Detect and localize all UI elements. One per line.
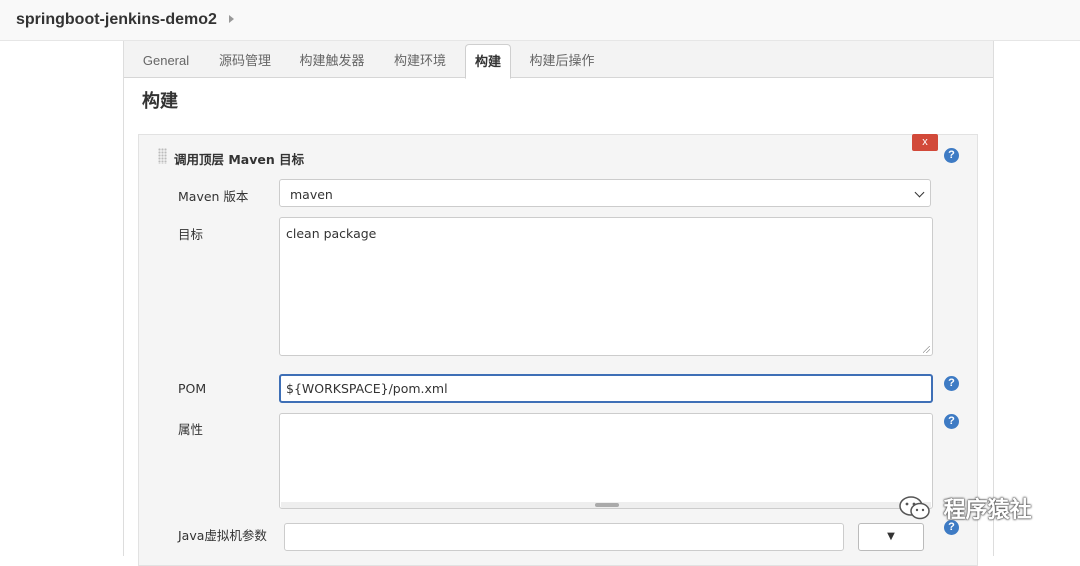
build-step-title: 调用顶层 Maven 目标 — [174, 152, 305, 167]
maven-version-select[interactable]: maven — [279, 179, 931, 207]
jvm-options-input[interactable] — [284, 523, 844, 551]
tab-bar: General 源码管理 构建触发器 构建环境 构建 构建后操作 — [124, 41, 993, 79]
goals-value: clean package — [286, 226, 377, 241]
maven-version-value: maven — [290, 187, 333, 202]
maven-version-label: Maven 版本 — [178, 189, 249, 204]
scrollbar-thumb[interactable] — [595, 503, 619, 507]
chevron-down-icon — [914, 187, 925, 198]
breadcrumb-bar: springboot-jenkins-demo2 — [0, 0, 1080, 41]
tab-post-build-actions[interactable]: 构建后操作 — [520, 41, 604, 77]
tab-build-environment[interactable]: 构建环境 — [384, 41, 456, 77]
step-help-icon[interactable]: ? — [944, 148, 959, 163]
pom-label: POM — [178, 381, 207, 396]
tab-build[interactable]: 构建 — [465, 44, 511, 79]
breadcrumb-project-link[interactable]: springboot-jenkins-demo2 — [16, 11, 217, 29]
tab-build-triggers[interactable]: 构建触发器 — [290, 41, 374, 77]
goals-textarea[interactable]: clean package — [279, 217, 933, 356]
properties-label: 属性 — [178, 422, 204, 437]
watermark: 程序猿社 — [898, 492, 1032, 524]
pom-input[interactable]: ${WORKSPACE}/pom.xml — [279, 374, 933, 403]
horizontal-scrollbar[interactable] — [281, 502, 931, 508]
pom-help-icon[interactable]: ? — [944, 376, 959, 391]
delete-step-button[interactable]: x — [912, 134, 938, 151]
jvm-options-dropdown-button[interactable]: ▼ — [858, 523, 924, 551]
section-title: 构建 — [142, 91, 178, 112]
goals-label: 目标 — [178, 227, 204, 242]
resize-grip-icon[interactable] — [923, 346, 930, 353]
tab-general[interactable]: General — [132, 41, 200, 77]
breadcrumb-chevron-icon[interactable] — [229, 15, 234, 23]
drag-handle-icon[interactable] — [158, 148, 167, 164]
jvm-options-label: Java虚拟机参数 — [178, 528, 267, 543]
left-margin — [0, 41, 123, 556]
tab-source-management[interactable]: 源码管理 — [210, 41, 280, 77]
config-panel: General 源码管理 构建触发器 构建环境 构建 构建后操作 构建 调用顶层… — [123, 41, 994, 566]
watermark-text: 程序猿社 — [943, 498, 1032, 523]
properties-textarea[interactable] — [279, 413, 933, 509]
pom-value: ${WORKSPACE}/pom.xml — [286, 381, 448, 396]
properties-help-icon[interactable]: ? — [944, 414, 959, 429]
wechat-icon — [899, 496, 930, 520]
